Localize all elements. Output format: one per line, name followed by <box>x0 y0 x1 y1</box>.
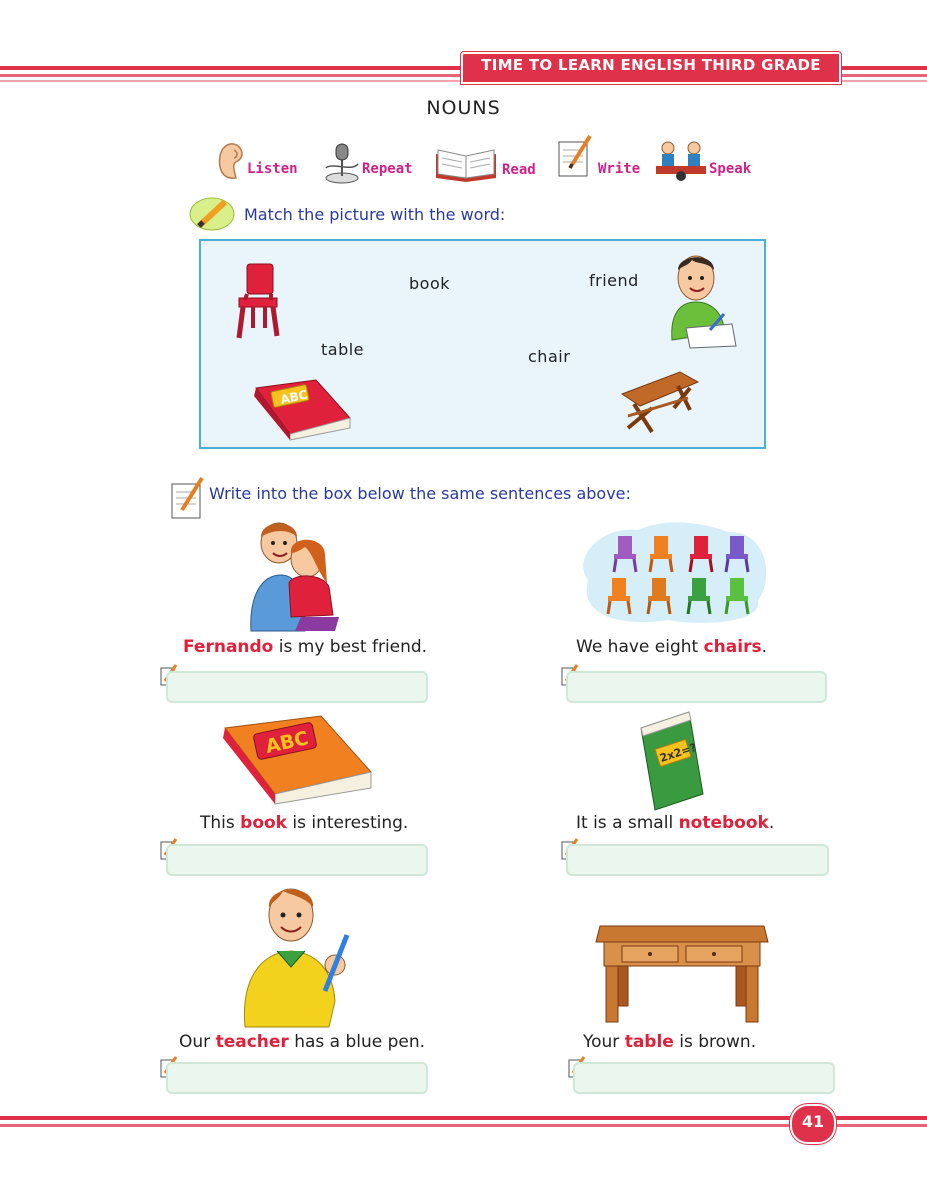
footer-stripe <box>835 1124 927 1127</box>
word-friend: friend <box>589 271 639 290</box>
answer-box-3[interactable] <box>166 844 428 876</box>
page-title: NOUNS <box>426 97 501 119</box>
footer-stripe <box>835 1116 927 1120</box>
skill-repeat-label: Repeat <box>362 161 413 177</box>
answer-box-2[interactable] <box>566 671 827 703</box>
skill-write-label: Write <box>598 161 641 177</box>
abc-book-picture: ABC <box>254 379 351 441</box>
sentence-text: is brown. <box>673 1032 757 1052</box>
sentence-noun: Fernando <box>183 637 274 657</box>
sentence-text: It is a small <box>576 813 679 833</box>
skill-read-label: Read <box>502 162 536 178</box>
sentence-4: It is a small notebook. <box>576 813 774 833</box>
open-book-icon <box>436 149 496 182</box>
sentence-text: We have eight <box>576 637 704 657</box>
boy-writing-picture <box>671 255 737 349</box>
sentence-1: Fernando is my best friend. <box>183 637 427 657</box>
eight-chairs-picture <box>583 522 767 623</box>
sentence-text: This <box>200 813 241 833</box>
exercise1-instruction: Match the picture with the word: <box>244 205 506 224</box>
sentence-text: has a blue pen. <box>288 1032 426 1052</box>
teacher-picture <box>243 888 350 1028</box>
answer-box-1[interactable] <box>166 671 428 703</box>
abc-book-picture: ABC <box>223 715 372 805</box>
book-title: TIME TO LEARN ENGLISH THIRD GRADE <box>481 56 821 74</box>
word-table: table <box>321 340 365 359</box>
page-number: 41 <box>801 1112 825 1131</box>
pencil-icon <box>189 197 235 231</box>
sentence-text: Our <box>179 1032 216 1052</box>
skill-speak-label: Speak <box>709 161 752 177</box>
sentence-text: . <box>761 637 767 657</box>
sentence-noun: notebook <box>678 813 769 833</box>
microphone-icon <box>325 143 359 184</box>
friends-hugging-picture <box>250 522 339 632</box>
sentence-text: is interesting. <box>287 813 409 833</box>
answer-box-4[interactable] <box>566 844 829 876</box>
word-chair: chair <box>528 347 571 366</box>
children-talking-icon <box>656 141 706 181</box>
sentence-6: Your table is brown. <box>583 1032 756 1052</box>
footer-stripe <box>0 1124 790 1127</box>
sentence-noun: teacher <box>215 1032 289 1052</box>
sentence-text: . <box>768 813 775 833</box>
notepad-pencil-icon <box>171 476 204 519</box>
sentence-2: We have eight chairs. <box>576 637 767 657</box>
chair-picture <box>236 263 280 339</box>
ear-icon <box>218 143 243 179</box>
answer-box-5[interactable] <box>166 1062 428 1094</box>
word-book: book <box>409 274 450 293</box>
sentence-5: Our teacher has a blue pen. <box>179 1032 425 1052</box>
sentence-3: This book is interesting. <box>200 813 408 833</box>
skill-listen-label: Listen <box>247 161 298 177</box>
notebook-picture: 2x2=? <box>640 711 704 811</box>
sentence-text: is my best friend. <box>273 637 428 657</box>
sentence-noun: book <box>240 813 287 833</box>
sentence-text: Your <box>583 1032 625 1052</box>
sentence-noun: chairs <box>703 637 762 657</box>
notepad-pencil-icon <box>558 134 592 177</box>
sentence-noun: table <box>624 1032 674 1052</box>
answer-box-6[interactable] <box>573 1062 835 1094</box>
brown-table-picture <box>595 925 769 1023</box>
footer-stripe <box>0 1116 790 1120</box>
picnic-table-picture <box>620 371 700 434</box>
exercise2-instruction: Write into the box below the same senten… <box>209 484 631 503</box>
